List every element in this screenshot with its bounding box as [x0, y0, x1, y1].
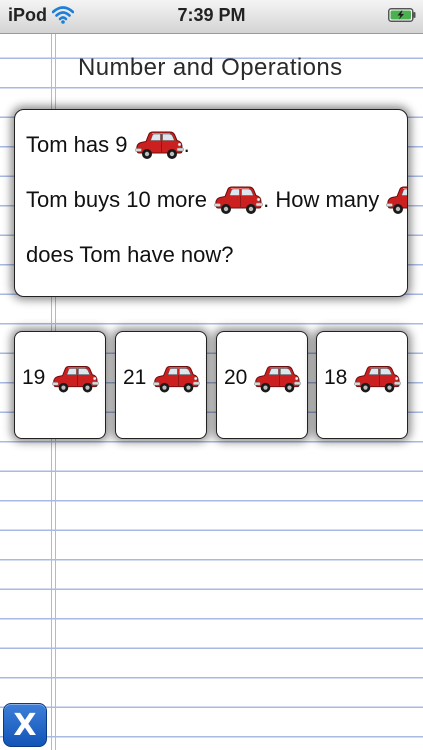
answer-option-2[interactable]: 21: [115, 331, 207, 439]
answer-option-1[interactable]: 19: [14, 331, 106, 439]
question-line-3: does Tom have now?: [26, 241, 234, 268]
close-icon: X: [13, 708, 37, 743]
red-car-icon: [353, 363, 401, 395]
question-line-1: Tom has 9 .: [26, 129, 190, 161]
answer-option-4[interactable]: 18: [316, 331, 408, 439]
question-line-2-text: Tom buys 10 more: [26, 187, 207, 212]
red-car-icon: [152, 363, 200, 395]
answer-choices: 19 21 20 18: [14, 331, 408, 439]
red-car-icon: [385, 184, 408, 216]
red-car-icon: [134, 129, 184, 161]
answer-option-3[interactable]: 20: [216, 331, 308, 439]
red-car-icon: [213, 184, 263, 216]
answer-value: 21: [123, 366, 147, 389]
question-card: Tom has 9 . Tom buys 10 more . How many …: [14, 109, 408, 297]
red-car-icon: [51, 363, 99, 395]
answer-value: 20: [224, 366, 248, 389]
question-line-2: Tom buys 10 more . How many: [26, 184, 408, 216]
answer-value: 19: [22, 366, 46, 389]
question-line-2-suffix: . How many: [263, 187, 380, 212]
status-bar: iPod 7:39 PM: [0, 0, 423, 34]
close-button[interactable]: X: [3, 703, 47, 747]
red-car-icon: [253, 363, 301, 395]
answer-value: 18: [324, 366, 348, 389]
app-screen: { "status_bar": { "carrier": "iPod", "ti…: [0, 0, 423, 750]
status-time: 7:39 PM: [177, 5, 246, 25]
question-line-3-text: does Tom have now?: [26, 242, 234, 268]
question-line-1-text: Tom has 9: [26, 132, 128, 157]
battery-charging-icon: [388, 8, 416, 22]
page-title: Number and Operations: [78, 54, 343, 81]
question-line-1-suffix: .: [183, 132, 190, 157]
